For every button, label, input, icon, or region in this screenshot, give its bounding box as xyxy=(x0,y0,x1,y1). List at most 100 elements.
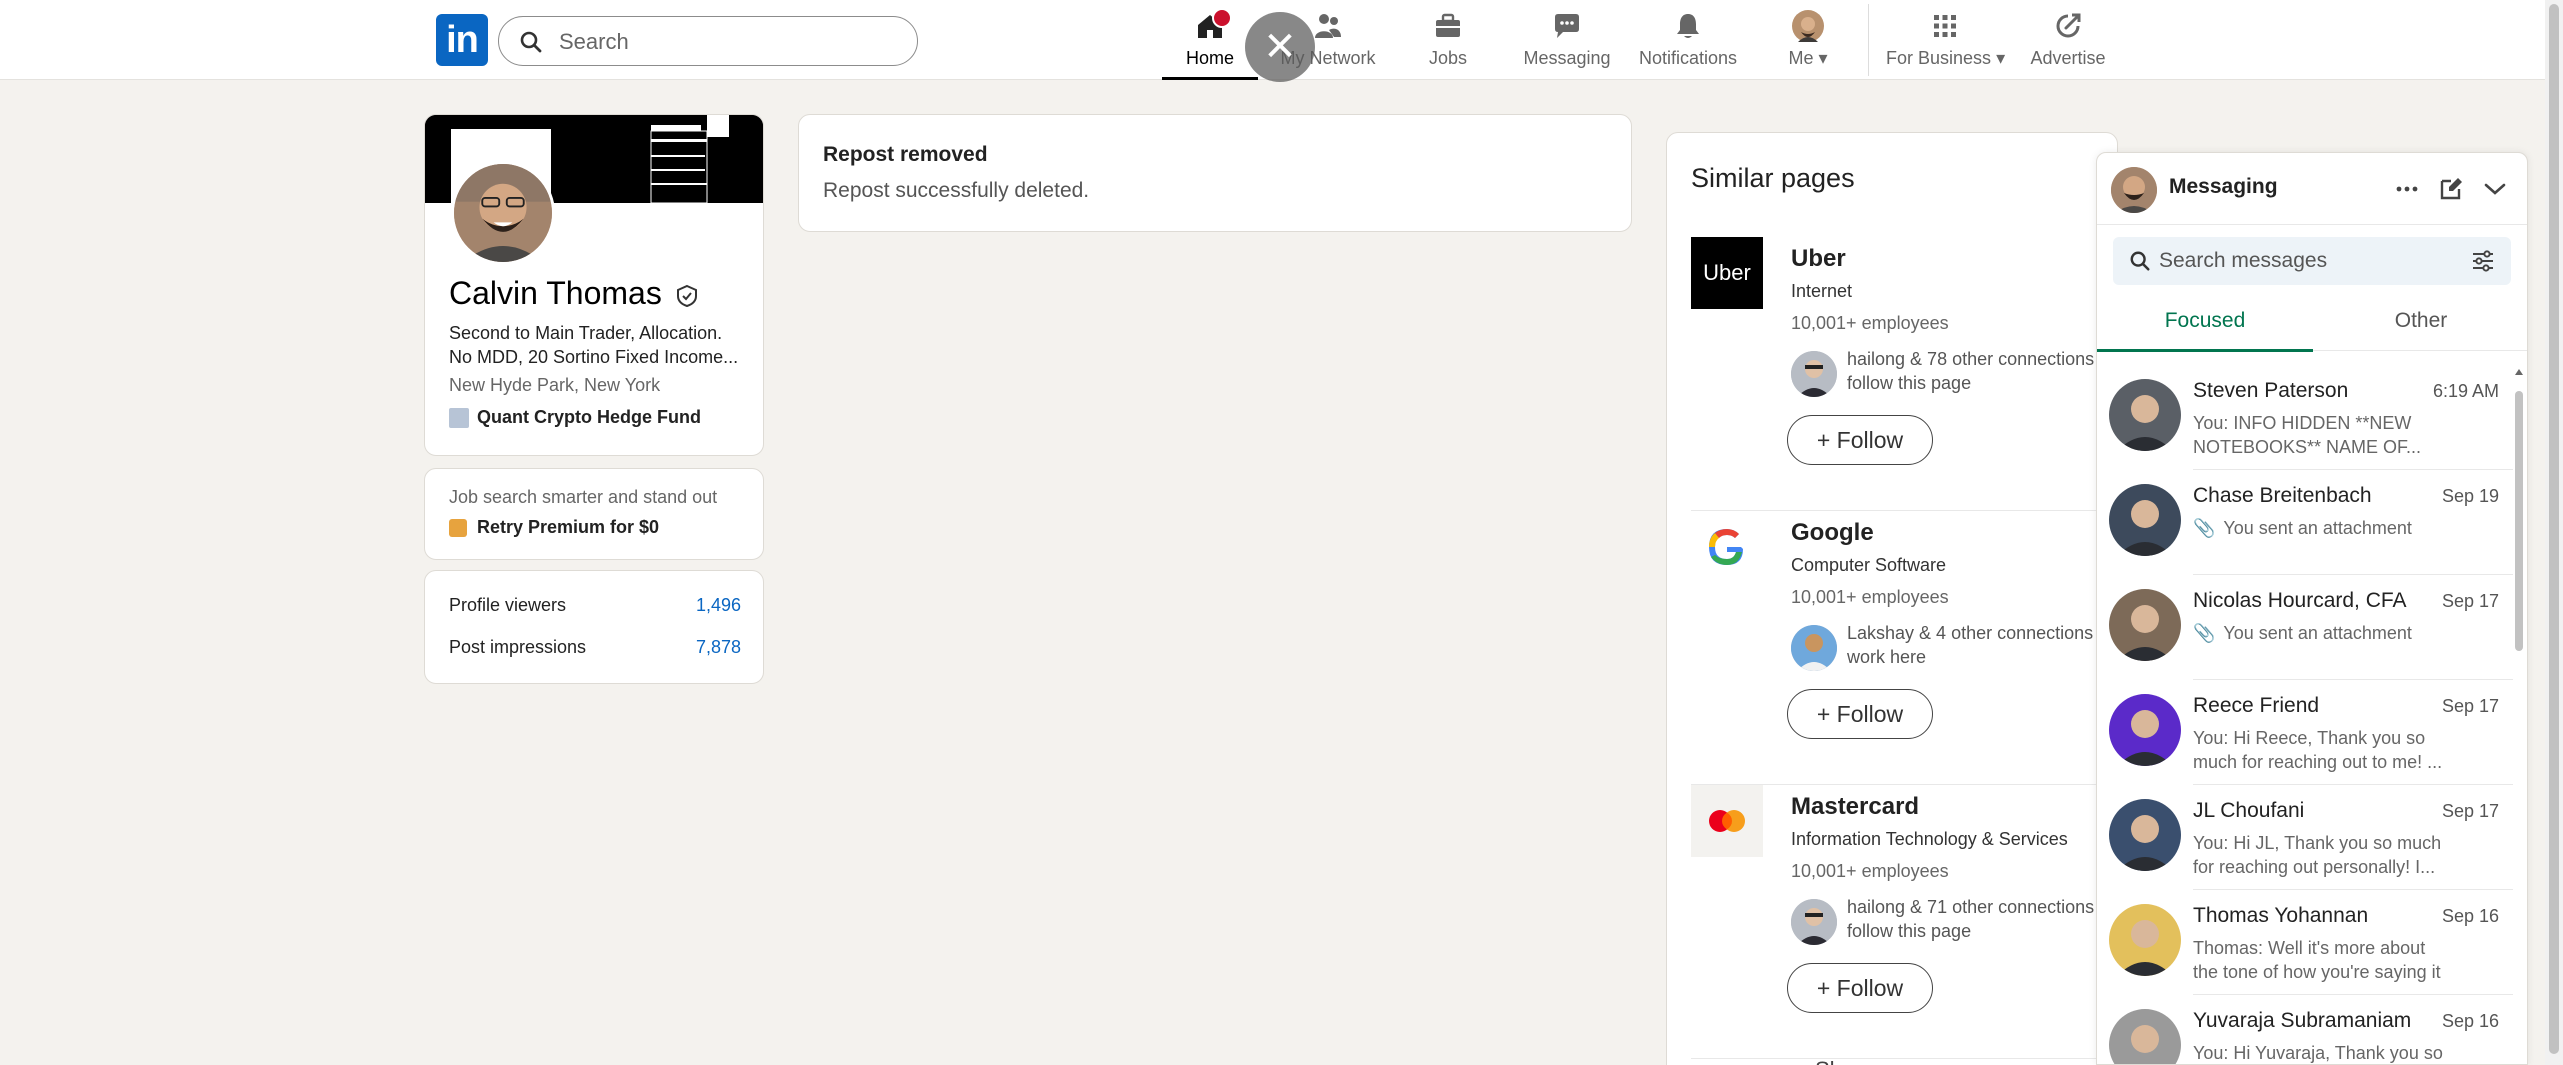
conversation-date: Sep 17 xyxy=(2441,591,2499,611)
conversation-item[interactable]: Steven Paterson 6:19 AM You: INFO HIDDEN *… xyxy=(2097,365,2513,470)
company-connections: hailong & 78 other connections follow th… xyxy=(1847,349,2095,393)
company-name[interactable]: Mastercard xyxy=(1791,793,1919,821)
nav-notifications[interactable]: Notifications xyxy=(1638,10,1738,80)
profile-organization[interactable]: Quant Crypto Hedge Fund xyxy=(449,407,701,429)
follow-button[interactable]: + Follow xyxy=(1787,963,1933,1013)
profile-headline: Second to Main Trader, Allocation. No MD… xyxy=(449,323,739,367)
nav-me[interactable]: Me ▾ xyxy=(1786,10,1830,80)
search-icon xyxy=(520,31,542,53)
conversation-preview: You: Hi Yuvaraja, Thank you so xyxy=(2193,1043,2443,1063)
linkedin-logo[interactable]: in xyxy=(436,14,488,66)
conversation-name: Steven Paterson xyxy=(2193,379,2349,402)
nav-messaging-label: Messaging xyxy=(1523,48,1611,68)
notice-body: Repost successfully deleted. xyxy=(823,179,1090,202)
conversation-avatar xyxy=(2109,589,2181,661)
paperclip-icon: 📎 xyxy=(2193,623,2216,643)
svg-text:Uber: Uber xyxy=(1703,260,1751,285)
company-name[interactable]: Google xyxy=(1791,519,1874,547)
connection-avatar xyxy=(1791,899,1837,945)
messaging-tabs: Focused Other xyxy=(2097,299,2527,352)
conversation-preview: You: Hi Reece, Thank you so much for rea… xyxy=(2193,728,2443,772)
conversation-avatar xyxy=(2109,694,2181,766)
conversation-avatar xyxy=(2109,484,2181,556)
close-overlay-button[interactable]: ✕ xyxy=(1245,12,1315,82)
conversation-avatar xyxy=(2109,1009,2181,1064)
advertise-icon xyxy=(2056,13,2081,38)
company-employees: 10,001+ employees xyxy=(1791,587,1949,607)
nav-advertise[interactable]: Advertise xyxy=(2030,10,2106,80)
filter-icon[interactable] xyxy=(2471,249,2495,273)
premium-cta-link[interactable]: Retry Premium for $0 xyxy=(449,517,659,538)
company-item: Google Computer Software 10,001+ employe… xyxy=(1691,511,2111,785)
page-scrollbar-thumb[interactable] xyxy=(2549,4,2559,1054)
mastercard-logo[interactable] xyxy=(1691,785,1763,857)
messaging-header[interactable]: Messaging xyxy=(2097,153,2527,225)
scrollbar-thumb[interactable] xyxy=(2515,391,2523,651)
conversation-item[interactable]: Reece Friend Sep 17 You: Hi Reece, Thank y… xyxy=(2097,680,2513,785)
app-grid-icon xyxy=(1934,15,1956,37)
company-industry: Computer Software xyxy=(1791,555,1947,575)
conversation-avatar xyxy=(2109,904,2181,976)
nav-advertise-label: Advertise xyxy=(2030,48,2106,68)
premium-card[interactable]: Job search smarter and stand out Retry P… xyxy=(424,468,764,560)
conversation-item[interactable]: Thomas Yohannan Sep 16 Thomas: Well it's m… xyxy=(2097,890,2513,995)
nav-jobs[interactable]: Jobs xyxy=(1418,10,1478,80)
company-employees: 10,001+ employees xyxy=(1791,861,1949,881)
message-search-input[interactable] xyxy=(2159,247,2459,275)
conversation-item[interactable]: Chase Breitenbach Sep 19 📎 You sent an atta… xyxy=(2097,470,2513,575)
conversation-preview: 📎 You sent an attachment xyxy=(2193,623,2412,643)
conversation-preview: You: Hi JL, Thank you so much for reachi… xyxy=(2193,833,2442,877)
scroll-up-icon[interactable] xyxy=(2514,367,2524,377)
page-scrollbar[interactable] xyxy=(2545,0,2563,1065)
google-logo[interactable] xyxy=(1691,511,1763,583)
caret-down-icon: ▾ xyxy=(1818,48,1828,68)
more-options-icon[interactable] xyxy=(2393,175,2421,203)
conversation-name: JL Choufani xyxy=(2193,799,2305,822)
top-nav: in Home My Network Jobs xyxy=(0,0,2545,82)
people-icon xyxy=(1315,14,1341,38)
company-industry: Internet xyxy=(1791,281,1853,301)
global-search[interactable] xyxy=(498,16,918,66)
notification-badge xyxy=(1212,8,1232,28)
profile-avatar[interactable] xyxy=(451,161,555,265)
company-name[interactable]: Uber xyxy=(1791,245,1846,273)
conversation-scrollbar[interactable] xyxy=(2513,367,2525,1064)
stat-profile-viewers[interactable]: Profile viewers 1,496 xyxy=(449,595,741,616)
chevron-down-icon[interactable] xyxy=(2481,175,2509,203)
show-more-link[interactable]: Show more xyxy=(1815,1057,1926,1065)
conversation-preview: You: INFO HIDDEN **NEW NOTEBOOKS** NAME … xyxy=(2193,413,2422,457)
conversation-item[interactable]: JL Choufani Sep 17 You: Hi JL, Thank you s… xyxy=(2097,785,2513,890)
conversation-preview: 📎 You sent an attachment xyxy=(2193,518,2412,538)
bell-icon xyxy=(1677,14,1699,38)
message-search[interactable] xyxy=(2113,237,2511,285)
search-input[interactable] xyxy=(559,27,899,57)
tab-other[interactable]: Other xyxy=(2313,299,2527,351)
compose-icon[interactable] xyxy=(2437,175,2465,203)
connection-avatar xyxy=(1791,625,1837,671)
nav-messaging[interactable]: Messaging xyxy=(1522,10,1612,80)
nav-home-label: Home xyxy=(1185,48,1234,68)
conversation-preview: Thomas: Well it's more about the tone of… xyxy=(2193,938,2441,982)
company-industry: Information Technology & Services xyxy=(1791,829,2068,849)
tab-focused[interactable]: Focused xyxy=(2097,299,2313,352)
premium-badge-icon xyxy=(449,519,467,538)
profile-card[interactable]: Calvin Thomas Second to Main Trader, All… xyxy=(424,114,764,456)
conversation-item[interactable]: Nicolas Hourcard, CFA Sep 17 📎 You sent an … xyxy=(2097,575,2513,680)
stat-post-impressions[interactable]: Post impressions 7,878 xyxy=(449,637,741,658)
close-icon: ✕ xyxy=(1263,25,1297,69)
search-icon xyxy=(2130,251,2150,271)
company-connections: hailong & 71 other connections follow th… xyxy=(1847,897,2095,941)
nav-me-label: Me ▾ xyxy=(1788,48,1828,68)
uber-logo[interactable]: Uber xyxy=(1691,237,1763,309)
company-connections: Lakshay & 4 other connections work here xyxy=(1847,623,2094,667)
paperclip-icon: 📎 xyxy=(2193,518,2216,538)
profile-stats-card: Profile viewers 1,496 Post impressions 7… xyxy=(424,570,764,684)
conversation-name: Yuvaraja Subramaniam xyxy=(2193,1009,2412,1032)
conversation-item[interactable]: Yuvaraja Subramaniam Sep 16 You: Hi Yuvara… xyxy=(2097,995,2513,1064)
follow-button[interactable]: + Follow xyxy=(1787,689,1933,739)
nav-for-business[interactable]: For Business ▾ xyxy=(1886,10,2006,80)
similar-pages-title: Similar pages xyxy=(1691,163,1855,193)
profile-name[interactable]: Calvin Thomas xyxy=(449,275,699,312)
follow-button[interactable]: + Follow xyxy=(1787,415,1933,465)
caret-down-icon: ▾ xyxy=(1996,48,2006,68)
